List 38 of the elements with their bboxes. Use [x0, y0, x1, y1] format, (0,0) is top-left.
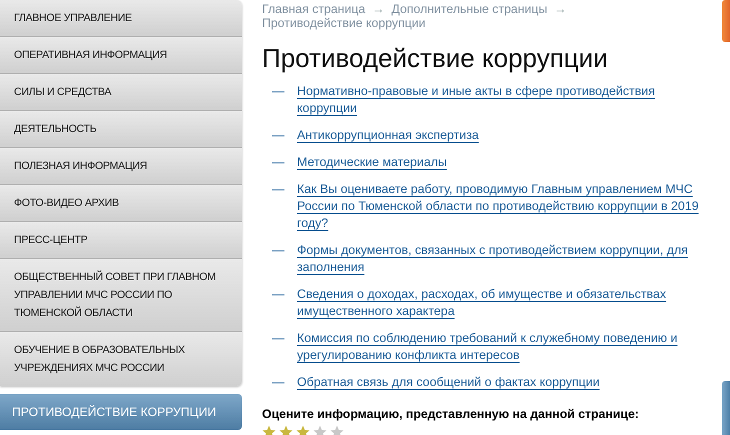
list-dash: — — [272, 83, 286, 100]
document-link[interactable]: Обратная связь для сообщений о фактах коррупции — [297, 374, 600, 391]
document-link[interactable]: Нормативно-правовые и иные акты в сфере противодействия коррупции — [297, 83, 702, 117]
star-icon[interactable] — [313, 425, 327, 435]
star-rating[interactable] — [262, 425, 344, 435]
list-dash: — — [272, 127, 286, 144]
breadcrumb-current: Противодействие коррупции — [262, 16, 426, 30]
sidebar-item[interactable]: ОБЩЕСТВЕННЫЙ СОВЕТ ПРИ ГЛАВНОМ УПРАВЛЕНИИ МЧС РОССИИ ПО ТЮМЕНСКОЙ ОБЛАСТИ — [0, 259, 242, 332]
page-title: Противодействие коррупции — [262, 43, 609, 73]
sidebar-item[interactable]: ДЕЯТЕЛЬНОСТЬ — [0, 111, 242, 148]
sidebar-item[interactable]: ОБУЧЕНИЕ В ОБРАЗОВАТЕЛЬНЫХ УЧРЕЖДЕНИЯХ МЧС РОССИИ — [0, 332, 242, 386]
side-tab[interactable] — [722, 381, 730, 435]
star-icon[interactable] — [330, 425, 344, 435]
sidebar-item[interactable]: ОПЕРАТИВНАЯ ИНФОРМАЦИЯ — [0, 37, 242, 74]
document-link[interactable]: Формы документов, связанных с противодействием коррупции, для заполнения — [297, 242, 702, 276]
sidebar-item[interactable]: ФОТО-ВИДЕО АРХИВ — [0, 185, 242, 222]
star-icon[interactable] — [279, 425, 293, 435]
list-dash: — — [272, 286, 286, 303]
list-dash: — — [272, 374, 286, 391]
document-link[interactable]: Методические материалы — [297, 154, 447, 171]
star-icon[interactable] — [296, 425, 310, 435]
document-link[interactable]: Как Вы оцениваете работу, проводимую Главным управлением МЧС России по Тюменской области по противодействию коррупции в 2019 году? — [297, 181, 702, 232]
document-link[interactable]: Антикоррупционная экспертиза — [297, 127, 479, 144]
document-link[interactable]: Сведения о доходах, расходах, об имуществе и обязательствах имущественного характера — [297, 286, 702, 320]
list-dash: — — [272, 181, 286, 198]
breadcrumb-arrow: → — [372, 2, 385, 16]
list-dash: — — [272, 330, 286, 347]
sidebar-item[interactable]: ПОЛЕЗНАЯ ИНФОРМАЦИЯ — [0, 148, 242, 185]
star-icon[interactable] — [262, 425, 276, 435]
side-tab[interactable] — [722, 0, 730, 42]
list-dash: — — [272, 154, 286, 171]
document-link[interactable]: Комиссия по соблюдению требований к служебному поведению и урегулированию конфликта интересов — [297, 330, 702, 364]
sidebar-item[interactable]: ГЛАВНОЕ УПРАВЛЕНИЕ — [0, 0, 242, 37]
list-dash: — — [272, 242, 286, 259]
breadcrumb-arrow: → — [554, 2, 567, 16]
sidebar-item[interactable]: ПРЕСС-ЦЕНТР — [0, 222, 242, 259]
rating-prompt: Оцените информацию, представленную на данной странице: — [262, 407, 640, 421]
sidebar-item[interactable]: СИЛЫ И СРЕДСТВА — [0, 74, 242, 111]
